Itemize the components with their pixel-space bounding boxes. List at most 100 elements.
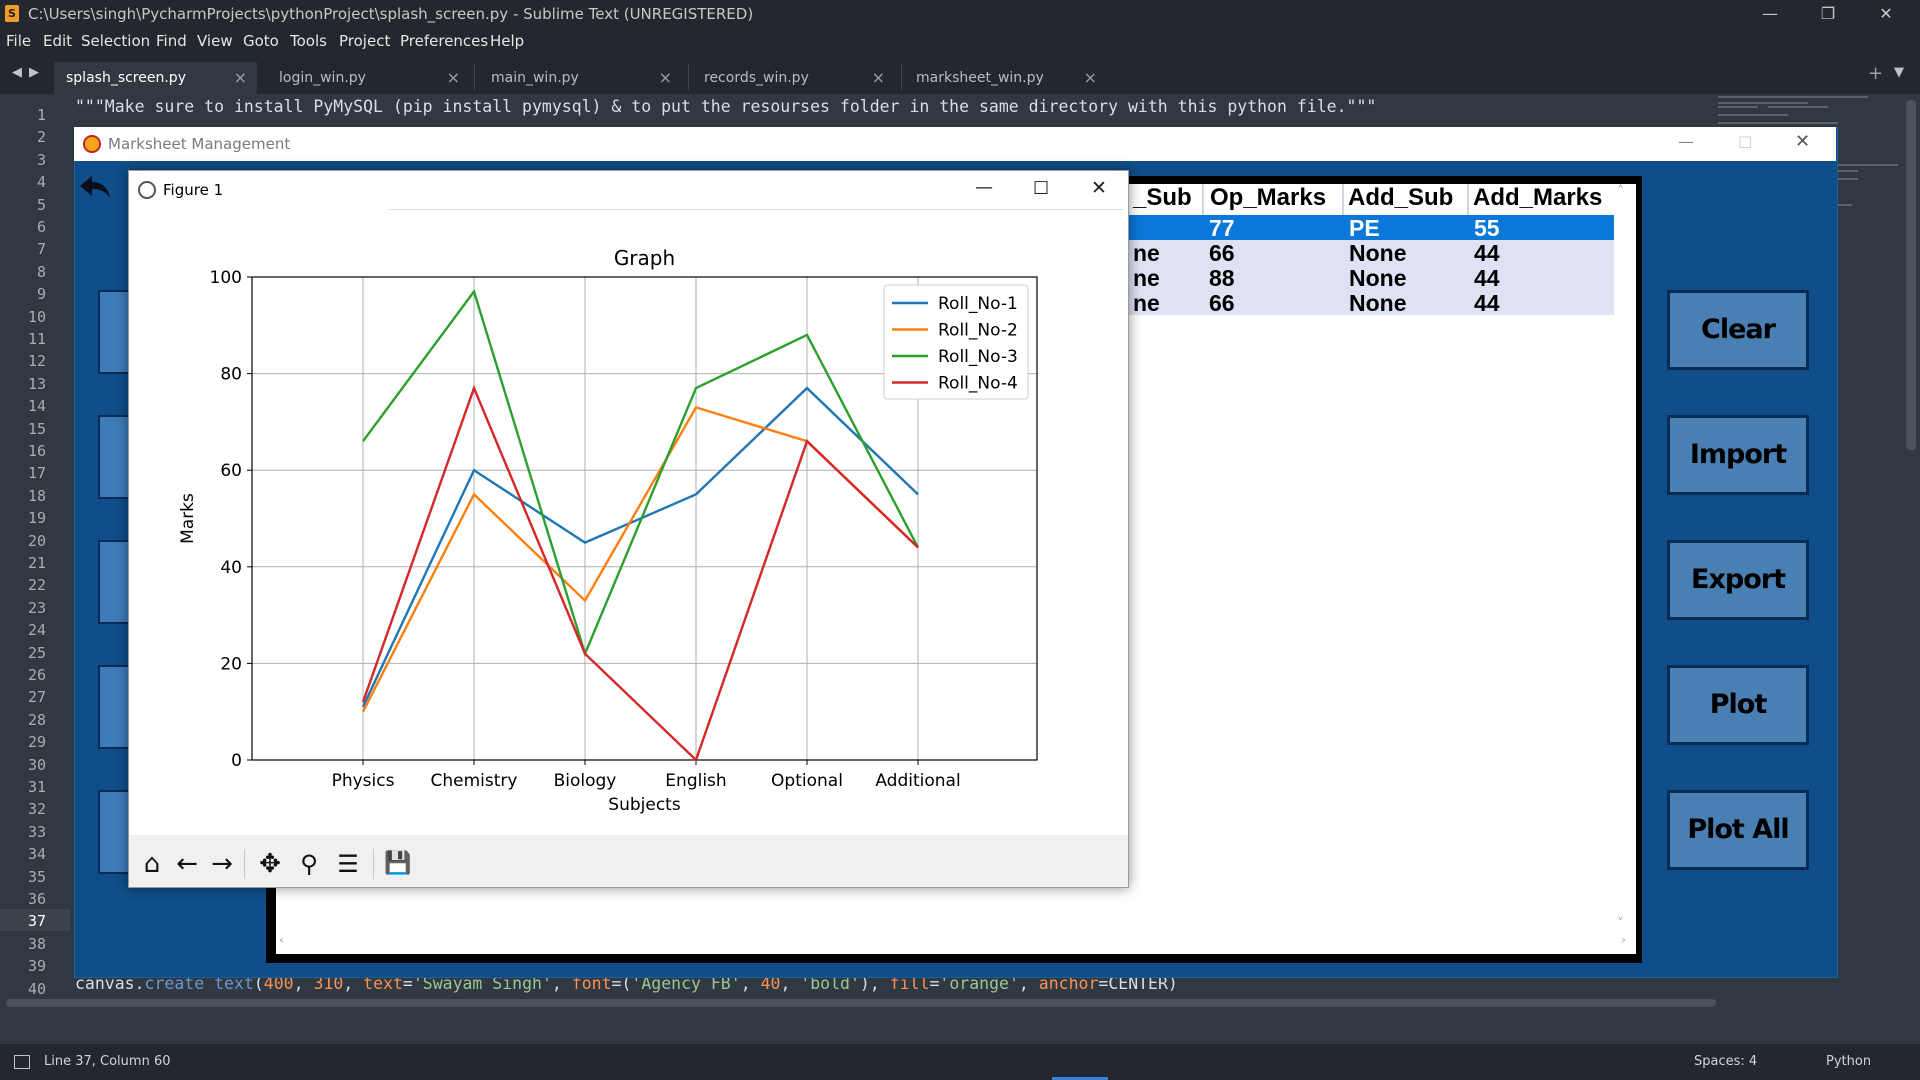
close-icon[interactable]: ✕ <box>1795 131 1810 152</box>
menu-view[interactable]: View <box>197 32 233 50</box>
plot-button[interactable]: Plot <box>1667 665 1809 745</box>
figure-window: Figure 1 — ☐ ✕ 0 20 40 60 80 100 Physics Chemis… <box>128 170 1129 888</box>
series-line-2 <box>361 405 919 713</box>
line-number: 29 <box>27 733 46 752</box>
syntax-setting[interactable]: Python <box>1826 1054 1871 1069</box>
plot-all-button[interactable]: Plot All <box>1667 790 1809 870</box>
legend-label: Roll_No-4 <box>938 374 1018 394</box>
column-header-add-marks[interactable]: Add_Marks <box>1473 184 1602 212</box>
table-row[interactable]: ne 66 None 44 <box>1128 240 1614 266</box>
sidebar-toggle-icon[interactable] <box>14 1055 30 1069</box>
line-number: 40 <box>27 979 46 998</box>
y-tick-label: 20 <box>220 654 242 674</box>
import-button[interactable]: Import <box>1667 415 1809 495</box>
maximize-icon[interactable]: ❐ <box>1799 0 1857 28</box>
scrollbar-thumb[interactable] <box>1906 100 1916 450</box>
series-line-4 <box>361 384 919 763</box>
line-number: 38 <box>27 934 46 953</box>
line-number: 1 <box>36 106 46 124</box>
line-number: 39 <box>27 957 46 976</box>
tab-close-icon[interactable]: × <box>1084 68 1097 87</box>
tab-splash-screen[interactable]: splash_screen.py × <box>54 62 257 94</box>
menu-tools[interactable]: Tools <box>290 32 327 50</box>
line-chart[interactable]: 0 20 40 60 80 100 Physics Chemistry Biology Engli… <box>129 209 1128 835</box>
minimize-icon[interactable]: — <box>1741 0 1799 28</box>
legend-label: Roll_No-3 <box>938 347 1018 367</box>
marksheet-title-bar: Marksheet Management — ☐ ✕ <box>74 127 1836 161</box>
menu-selection[interactable]: Selection <box>81 32 150 50</box>
table-scroll-right-icon[interactable]: ˃ <box>1620 938 1627 954</box>
line-number: 26 <box>27 666 46 684</box>
close-icon[interactable]: ✕ <box>1091 177 1107 199</box>
menu-preferences[interactable]: Preferences <box>400 32 488 50</box>
back-arrow-icon[interactable] <box>78 174 112 202</box>
tab-login-win[interactable]: login_win.py × <box>267 62 470 94</box>
menu-goto[interactable]: Goto <box>243 32 279 50</box>
line-number: 37 <box>27 912 46 931</box>
home-icon[interactable]: ⌂ <box>135 847 169 881</box>
zoom-icon[interactable]: ⚲ <box>292 847 326 881</box>
chart-title: Graph <box>614 246 675 270</box>
column-header-add-sub[interactable]: Add_Sub <box>1348 184 1453 212</box>
menu-edit[interactable]: Edit <box>43 32 72 50</box>
table-row[interactable]: ne 88 None 44 <box>1128 265 1614 291</box>
menu-project[interactable]: Project <box>339 32 390 50</box>
table-row[interactable]: 77 PE 55 <box>1128 215 1614 241</box>
maximize-icon[interactable]: ☐ <box>1033 178 1049 199</box>
tab-list-icon[interactable]: ▼ <box>1894 65 1904 80</box>
table-row[interactable]: ne 66 None 44 <box>1128 290 1614 316</box>
figure-title-bar: Figure 1 — ☐ ✕ <box>129 171 1128 210</box>
tab-close-icon[interactable]: × <box>447 68 460 87</box>
table-scroll-up-icon[interactable]: ˄ <box>1617 184 1624 200</box>
save-icon[interactable]: 💾 <box>381 847 415 881</box>
minimize-icon[interactable]: — <box>1678 132 1694 151</box>
tab-main-win[interactable]: main_win.py × <box>479 62 682 94</box>
cursor-position: Line 37, Column 60 <box>44 1054 171 1069</box>
tab-close-icon[interactable]: × <box>234 68 247 87</box>
tab-close-icon[interactable]: × <box>872 68 885 87</box>
column-header-op-marks[interactable]: Op_Marks <box>1210 184 1326 212</box>
configure-subplots-icon[interactable]: ☰ <box>331 847 365 881</box>
x-tick-label: Additional <box>875 771 960 791</box>
close-icon[interactable]: ✕ <box>1857 0 1915 28</box>
tab-scroll-left-icon[interactable]: ◀ <box>12 65 22 80</box>
sublime-logo-icon: S <box>5 5 19 22</box>
new-tab-icon[interactable]: + <box>1868 63 1883 84</box>
line-number: 12 <box>27 352 46 371</box>
minimize-icon[interactable]: — <box>975 177 993 198</box>
menu-file[interactable]: File <box>6 32 31 50</box>
column-header-op-sub[interactable]: _Sub <box>1133 184 1192 212</box>
tab-scroll-right-icon[interactable]: ▶ <box>29 65 39 80</box>
y-tick-label: 40 <box>220 558 242 578</box>
clear-button[interactable]: Clear <box>1667 290 1809 370</box>
tab-separator <box>901 64 902 90</box>
indentation-setting[interactable]: Spaces: 4 <box>1694 1054 1757 1069</box>
editor-vertical-scrollbar[interactable] <box>1906 100 1916 990</box>
editor-horizontal-scrollbar[interactable] <box>6 999 1716 1007</box>
back-arrow-icon[interactable]: ← <box>170 847 204 881</box>
code-line-1: """Make sure to install PyMySQL (pip ins… <box>75 97 1377 116</box>
line-number: 35 <box>27 867 46 886</box>
line-number: 22 <box>27 576 46 595</box>
line-number: 15 <box>27 419 46 438</box>
table-scroll-down-icon[interactable]: ˅ <box>1617 916 1624 932</box>
line-number: 11 <box>27 330 46 348</box>
line-number: 23 <box>27 598 46 617</box>
marksheet-window-title: Marksheet Management <box>108 135 291 153</box>
forward-arrow-icon[interactable]: → <box>205 847 239 881</box>
x-tick-label: Optional <box>771 771 843 791</box>
line-number: 30 <box>27 755 46 774</box>
y-tick-label: 80 <box>220 365 242 385</box>
tab-close-icon[interactable]: × <box>659 68 672 87</box>
menu-help[interactable]: Help <box>490 32 524 50</box>
tab-records-win[interactable]: records_win.py × <box>692 62 895 94</box>
export-button[interactable]: Export <box>1667 540 1809 620</box>
menu-find[interactable]: Find <box>156 32 187 50</box>
maximize-icon[interactable]: ☐ <box>1738 133 1752 152</box>
tab-marksheet-win[interactable]: marksheet_win.py × <box>904 62 1107 94</box>
line-number: 21 <box>27 554 46 572</box>
x-axis-label: Subjects <box>608 795 681 815</box>
pan-icon[interactable]: ✥ <box>253 847 287 881</box>
line-number: 14 <box>27 397 46 416</box>
table-scroll-left-icon[interactable]: ˂ <box>278 938 285 954</box>
